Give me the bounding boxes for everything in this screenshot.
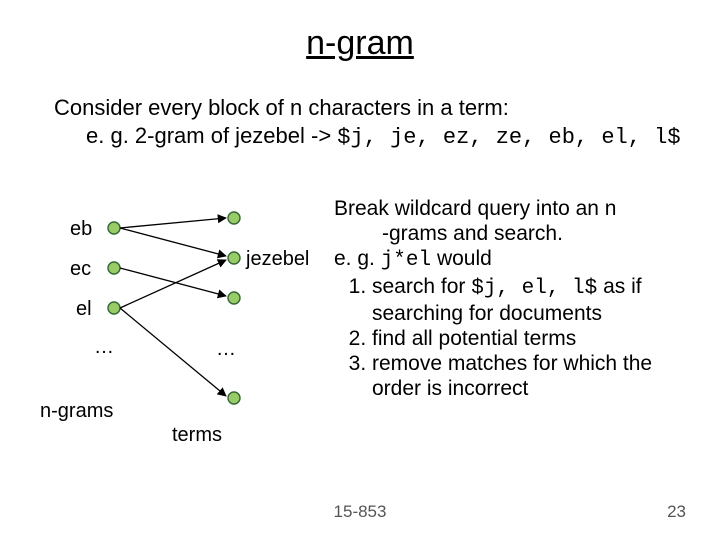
step-1-prefix: search for: [372, 275, 471, 298]
intro-line-2-prefix: e. g. 2-gram of jezebel ->: [86, 123, 337, 148]
edge-ec-2: [120, 268, 226, 296]
label-terms: terms: [172, 424, 222, 447]
slide-title: n-gram: [0, 24, 720, 63]
intro-line-2: e. g. 2-gram of jezebel -> $j, je, ez, z…: [86, 122, 681, 152]
label-right-ellipsis: …: [216, 338, 236, 361]
node-jezebel: [228, 252, 240, 264]
node-right-3: [228, 392, 240, 404]
label-left-ellipsis: …: [94, 336, 114, 359]
footer-course: 15-853: [0, 502, 720, 522]
intro-line-1: Consider every block of n characters in …: [54, 94, 681, 122]
bullet-intro-a: Break wildcard query into an n: [334, 196, 700, 221]
label-n-grams: n-grams: [40, 400, 113, 423]
step-1-mono: $j, el, l$: [471, 277, 597, 300]
node-right-0: [228, 212, 240, 224]
footer-page-number: 23: [667, 502, 686, 522]
step-2: find all potential terms: [372, 326, 700, 351]
bullet-eg-suffix: would: [431, 247, 492, 270]
step-1: search for $j, el, l$ as if searching fo…: [372, 274, 700, 326]
edge-eb-0: [120, 218, 226, 228]
node-right-2: [228, 292, 240, 304]
bullet-intro-b: -grams and search.: [382, 221, 700, 246]
node-eb: [108, 222, 120, 234]
bullet-eg: e. g. j*el would: [334, 246, 700, 273]
label-eb: eb: [70, 218, 92, 241]
label-ec: ec: [70, 258, 91, 281]
step-3: remove matches for which the order is in…: [372, 351, 700, 401]
bullets-block: Break wildcard query into an n -grams an…: [334, 196, 700, 402]
label-jezebel: jezebel: [246, 248, 309, 271]
edge-el-3: [120, 308, 226, 396]
node-el: [108, 302, 120, 314]
bullet-eg-mono: j*el: [381, 249, 431, 272]
slide: n-gram Consider every block of n charact…: [0, 0, 720, 540]
intro-line-2-mono: $j, je, ez, ze, eb, el, l$: [337, 125, 680, 150]
node-ec: [108, 262, 120, 274]
edge-eb-jezebel: [120, 228, 226, 256]
steps-list: search for $j, el, l$ as if searching fo…: [354, 274, 700, 402]
intro-block: Consider every block of n characters in …: [54, 94, 681, 151]
edge-el-jezebel: [120, 260, 226, 308]
label-el: el: [76, 298, 92, 321]
bipartite-diagram: eb ec el … n-grams jezebel … terms: [54, 200, 324, 460]
bullet-eg-prefix: e. g.: [334, 247, 381, 270]
